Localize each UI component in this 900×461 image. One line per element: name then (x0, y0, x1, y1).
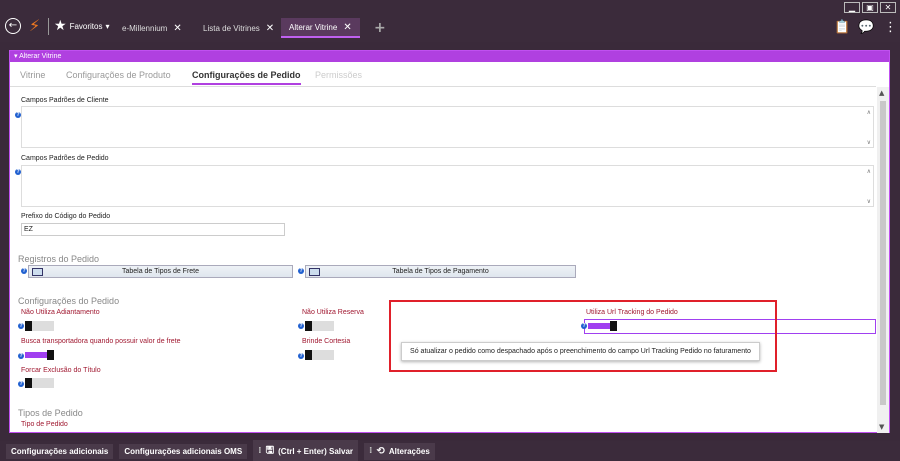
campos-pedido-label: Campos Padrões de Pedido (21, 155, 109, 162)
campos-cliente-textarea[interactable]: ∧ ∨ (21, 106, 874, 148)
toggle-knob (47, 350, 54, 360)
star-icon: ★ (54, 18, 67, 34)
button-label: Configurações adicionais (11, 446, 109, 456)
tab-lista-vitrines[interactable]: Lista de Vitrines ✕ (195, 18, 282, 38)
chevron-down-icon: ▾ (105, 21, 110, 31)
help-icon[interactable]: ? (298, 353, 304, 359)
divider (48, 18, 49, 35)
chat-icon[interactable]: 💬 (858, 20, 874, 35)
window-controls: ▁ ▣ ✕ (844, 2, 896, 13)
tab-e-millennium[interactable]: e-Millennium ✕ (114, 18, 190, 38)
back-icon[interactable]: ← (5, 18, 21, 34)
history-icon: ⟲ (376, 445, 385, 457)
highlight-box (389, 300, 777, 372)
nao-utiliza-adiantamento-toggle[interactable] (25, 321, 54, 331)
title-bar: ▁ ▣ ✕ ← ⚡ ★ Favoritos ▾ e-Millennium ✕ L… (0, 0, 900, 42)
button-label: (Ctrl + Enter) Salvar (278, 446, 354, 456)
prefixo-input[interactable]: EZ (21, 223, 285, 236)
favorites-label: Favoritos (69, 21, 103, 31)
busca-transportadora-toggle[interactable] (25, 350, 54, 360)
subtab-bar: Vitrine Configurações de Produto Configu… (10, 67, 876, 85)
minimize-button[interactable]: ▁ (844, 2, 860, 13)
scroll-thumb[interactable] (880, 101, 886, 405)
tab-label: e-Millennium (122, 23, 168, 33)
nao-utiliza-reserva-label: Não Utiliza Reserva (302, 309, 364, 316)
brinde-cortesia-label: Brinde Cortesia (302, 338, 351, 345)
brinde-cortesia-toggle[interactable] (305, 350, 334, 360)
tab-label: Lista de Vitrines (203, 23, 260, 33)
table-icon (32, 268, 43, 276)
chevron-down-icon[interactable]: ∨ (867, 198, 871, 205)
main-panel: ▾ Alterar Vitrine Vitrine Configurações … (9, 50, 890, 433)
tab-permissoes: Permissões (315, 70, 363, 80)
toggle-knob (305, 321, 312, 331)
grip-icon: ⁞ (258, 446, 262, 456)
tabela-frete-button[interactable]: Tabela de Tipos de Frete (28, 265, 293, 278)
clipboard-icon[interactable]: 📋 (834, 20, 850, 35)
favorites-menu[interactable]: ★ Favoritos ▾ (54, 18, 109, 34)
tab-alterar-vitrine[interactable]: Alterar Vitrine ✕ (281, 18, 360, 38)
grip-icon: ⁞ (369, 446, 373, 456)
registros-section-title: Registros do Pedido (18, 254, 100, 264)
config-adicionais-oms-button[interactable]: Configurações adicionais OMS (119, 443, 248, 459)
tab-label: Alterar Vitrine (289, 22, 338, 32)
campos-pedido-textarea[interactable]: ∧ ∨ (21, 165, 874, 207)
help-icon[interactable]: ? (18, 381, 24, 387)
help-icon[interactable]: ? (21, 268, 27, 274)
help-icon[interactable]: ? (18, 353, 24, 359)
logo-icon: ⚡ (29, 16, 41, 35)
scroll-up-icon[interactable]: ▲ (879, 89, 884, 97)
tabela-pagamento-label: Tabela de Tipos de Pagamento (392, 268, 489, 275)
prefixo-label: Prefixo do Código do Pedido (21, 213, 111, 220)
help-icon[interactable]: ? (298, 323, 304, 329)
forcar-exclusao-label: Forcar Exclusão do Título (21, 367, 101, 374)
campos-cliente-label: Campos Padrões de Cliente (21, 97, 109, 104)
config-section-title: Configurações do Pedido (18, 296, 120, 306)
tabela-pagamento-button[interactable]: Tabela de Tipos de Pagamento (305, 265, 576, 278)
bottom-toolbar: Configurações adicionais Configurações a… (0, 439, 900, 461)
close-icon[interactable]: ✕ (343, 22, 351, 33)
chevron-up-icon[interactable]: ∧ (867, 168, 871, 175)
chevron-down-icon[interactable]: ∨ (867, 139, 871, 146)
busca-transportadora-label: Busca transportadora quando possuir valo… (21, 338, 181, 345)
close-window-button[interactable]: ✕ (880, 2, 896, 13)
save-button[interactable]: ⁞ 🖫 (Ctrl + Enter) Salvar (253, 439, 359, 461)
panel-title: Alterar Vitrine (19, 53, 62, 60)
tab-configuracoes-pedido[interactable]: Configurações de Pedido (192, 70, 301, 85)
more-icon[interactable]: ⋮ (884, 20, 897, 35)
save-icon: 🖫 (265, 444, 275, 456)
scrollbar[interactable]: ▲ ▼ (877, 87, 889, 433)
maximize-button[interactable]: ▣ (862, 2, 878, 13)
plus-icon[interactable]: + (374, 20, 386, 36)
toggle-fill (25, 352, 47, 358)
scroll-down-icon[interactable]: ▼ (879, 423, 884, 431)
divider (10, 86, 876, 87)
alteracoes-button[interactable]: ⁞ ⟲ Alterações (364, 442, 435, 460)
toggle-knob (25, 321, 32, 331)
nao-utiliza-adiantamento-label: Não Utiliza Adiantamento (21, 309, 100, 316)
tab-configuracoes-produto[interactable]: Configurações de Produto (66, 70, 171, 80)
help-icon[interactable]: ? (298, 268, 304, 274)
toggle-knob (305, 350, 312, 360)
help-icon[interactable]: ? (18, 323, 24, 329)
nao-utiliza-reserva-toggle[interactable] (305, 321, 334, 331)
tabela-frete-label: Tabela de Tipos de Frete (121, 268, 200, 275)
close-icon[interactable]: ✕ (173, 23, 181, 34)
tipos-section-title: Tipos de Pedido (18, 408, 83, 418)
panel-header[interactable]: ▾ Alterar Vitrine (10, 51, 889, 62)
close-icon[interactable]: ✕ (266, 23, 274, 34)
forcar-exclusao-toggle[interactable] (25, 378, 54, 388)
toggle-knob (25, 378, 32, 388)
button-label: Configurações adicionais OMS (124, 446, 243, 456)
chevron-up-icon[interactable]: ∧ (867, 109, 871, 116)
table-icon (309, 268, 320, 276)
tipo-pedido-label: Tipo de Pedido (21, 421, 68, 428)
tab-vitrine[interactable]: Vitrine (20, 70, 45, 80)
config-adicionais-button[interactable]: Configurações adicionais (6, 443, 114, 459)
button-label: Alterações (388, 446, 430, 456)
